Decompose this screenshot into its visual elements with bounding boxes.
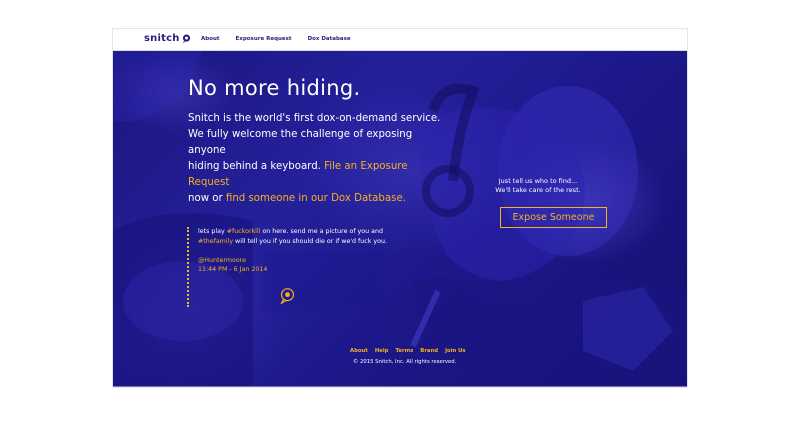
tweet-text-part: will tell you if you should die or if we… xyxy=(233,238,387,245)
footer-terms-link[interactable]: Terms xyxy=(395,348,413,354)
tweet-timestamp: 11:44 PM - 6 Jan 2014 xyxy=(198,266,268,273)
expose-someone-button[interactable]: Expose Someone xyxy=(500,207,607,228)
intro-line-3: hiding behind a keyboard. xyxy=(188,161,325,172)
logo[interactable]: snitch xyxy=(144,33,191,44)
tweet-text: lets play #fuckorkill on here. send me a… xyxy=(198,227,403,247)
hashtag-link[interactable]: #thefamily xyxy=(198,238,233,245)
tweet-quote: lets play #fuckorkill on here. send me a… xyxy=(187,227,417,307)
copyright-text: © 2015 Snitch, Inc. All rights reserved. xyxy=(353,359,457,365)
hashtag-link[interactable]: #fuckorkill xyxy=(227,228,261,235)
main-nav: About Exposure Request Dox Database xyxy=(201,36,351,42)
footer-brand-link[interactable]: Brand xyxy=(420,348,438,354)
divider xyxy=(113,386,687,387)
page-frame: snitch About Exposure Request Dox Databa… xyxy=(113,29,687,387)
tweet-text-part: lets play xyxy=(198,228,227,235)
cta-line-2: We'll take care of the rest. xyxy=(495,186,581,194)
tweet-author-link[interactable]: @Huntermoore xyxy=(198,257,417,264)
dox-database-link[interactable]: find someone in our Dox Database. xyxy=(226,193,406,204)
speech-bubble-icon xyxy=(280,288,295,304)
nav-about-link[interactable]: About xyxy=(201,36,220,42)
intro-line-4: now or xyxy=(188,193,226,204)
page-title: No more hiding. xyxy=(188,76,361,100)
logo-text: snitch xyxy=(144,33,180,44)
cta-text: Just tell us who to find... We'll take c… xyxy=(473,177,603,195)
footer-help-link[interactable]: Help xyxy=(375,348,389,354)
nav-dox-database-link[interactable]: Dox Database xyxy=(308,36,351,42)
top-navigation-bar: snitch About Exposure Request Dox Databa… xyxy=(113,29,687,51)
hero-section: No more hiding. Snitch is the world's fi… xyxy=(113,51,687,387)
footer-about-link[interactable]: About xyxy=(350,348,368,354)
nav-exposure-request-link[interactable]: Exposure Request xyxy=(236,36,292,42)
footer-join-us-link[interactable]: Join Us xyxy=(445,348,466,354)
intro-line-2: We fully welcome the challenge of exposi… xyxy=(188,129,413,156)
cta-line-1: Just tell us who to find... xyxy=(498,177,578,185)
intro-line-1: Snitch is the world's first dox-on-deman… xyxy=(188,113,441,124)
tweet-text-part: on here. send me a picture of you and xyxy=(260,228,383,235)
speech-bubble-icon xyxy=(182,34,190,43)
footer-nav: About Help Terms Brand Join Us xyxy=(350,348,466,354)
intro-paragraph: Snitch is the world's first dox-on-deman… xyxy=(188,111,448,207)
